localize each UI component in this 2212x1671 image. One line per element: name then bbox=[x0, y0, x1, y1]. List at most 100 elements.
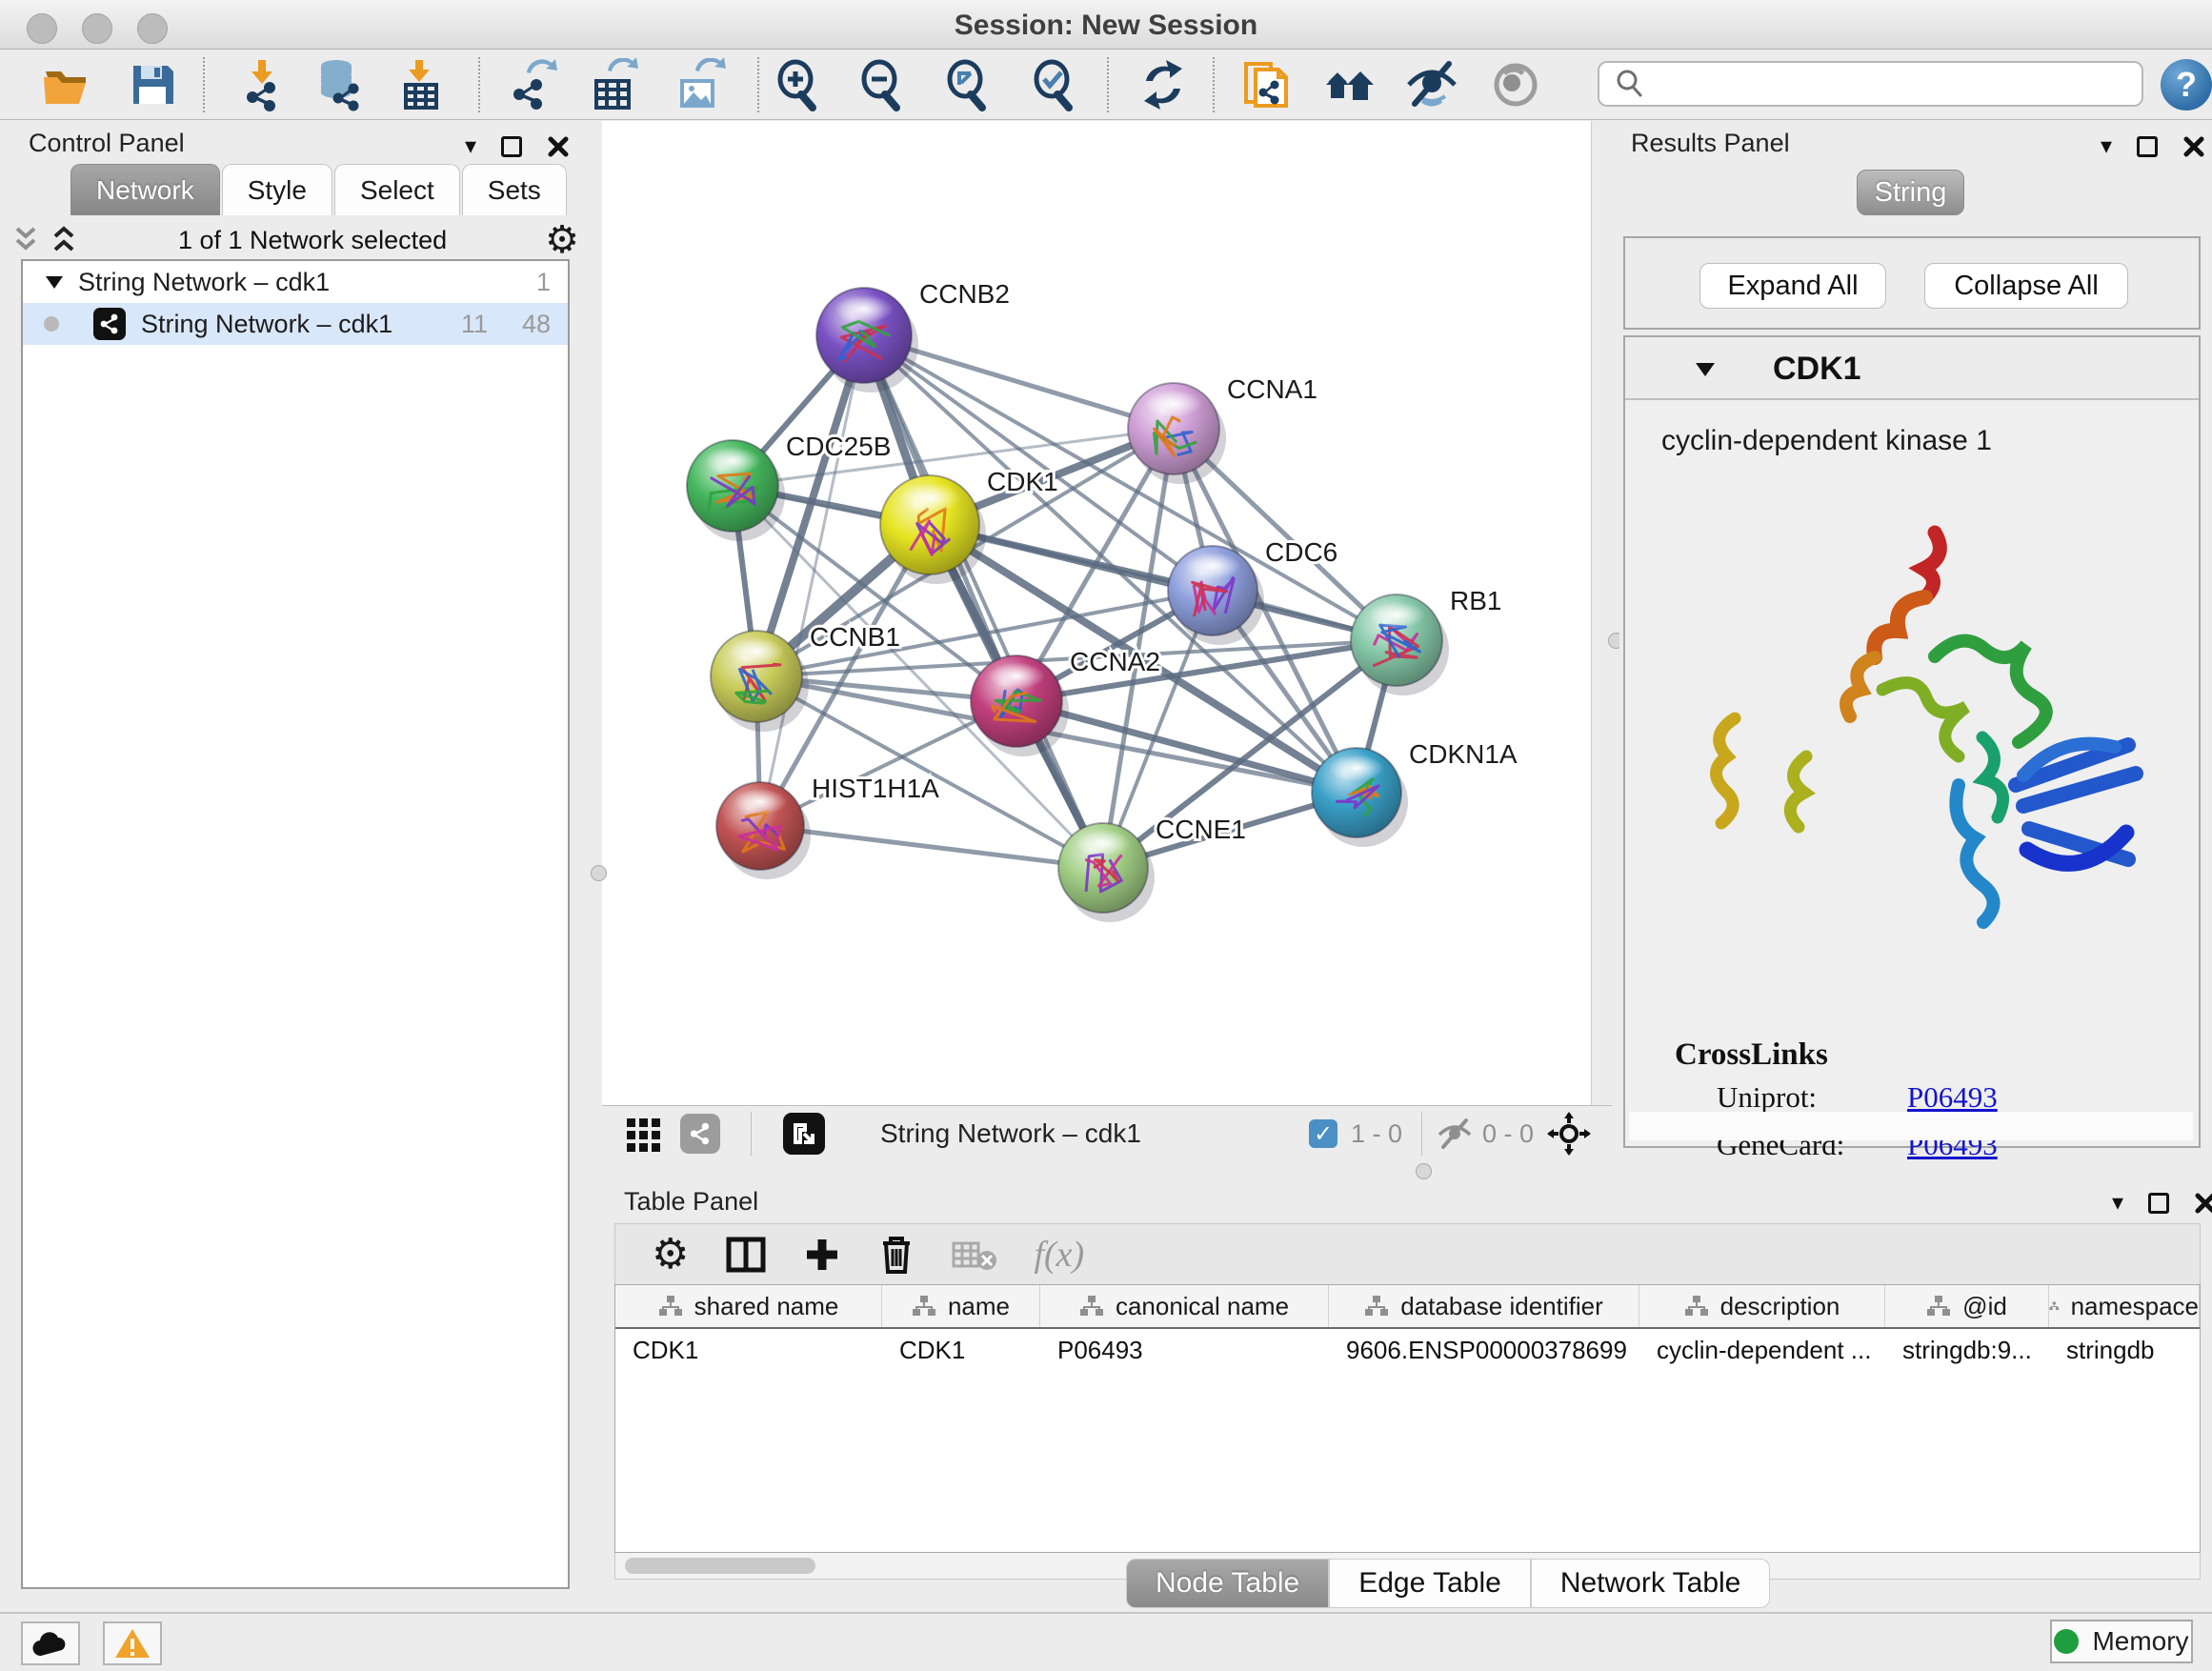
left-splitter-handle[interactable] bbox=[591, 865, 607, 881]
save-session-icon[interactable] bbox=[124, 56, 181, 113]
table-cell[interactable]: P06493 bbox=[1040, 1336, 1329, 1365]
tab-network-table[interactable]: Network Table bbox=[1531, 1559, 1771, 1608]
tab-network[interactable]: Network bbox=[70, 164, 220, 215]
panel-menu-icon[interactable]: ▾ bbox=[2101, 132, 2112, 160]
column-header-namespace[interactable]: namespace bbox=[2049, 1285, 2200, 1327]
node-label-CCNA1: CCNA1 bbox=[1227, 374, 1317, 404]
import-network-database-icon[interactable] bbox=[312, 56, 369, 113]
column-header-id[interactable]: @id bbox=[1885, 1285, 2049, 1327]
toolbar-divider bbox=[1421, 1112, 1422, 1156]
tab-edge-table[interactable]: Edge Table bbox=[1329, 1559, 1531, 1608]
collection-expander-icon[interactable] bbox=[44, 273, 65, 291]
float-panel-icon[interactable] bbox=[2148, 1193, 2169, 1214]
selected-checkbox-icon[interactable]: ✓ bbox=[1309, 1112, 1337, 1156]
tab-select[interactable]: Select bbox=[334, 164, 460, 215]
table-cell[interactable]: cyclin-dependent ... bbox=[1639, 1336, 1885, 1365]
warnings-button[interactable] bbox=[103, 1621, 162, 1665]
zoom-fit-icon[interactable] bbox=[940, 56, 997, 113]
network-canvas[interactable]: CCNB2CCNA1CDC25BCDK1CDC6RB1CCNB1CCNA2CDK… bbox=[602, 121, 1591, 1105]
table-options-gear-icon[interactable]: ⚙ bbox=[652, 1234, 689, 1276]
birdseye-view-icon[interactable] bbox=[783, 1112, 825, 1156]
panel-menu-icon[interactable]: ▾ bbox=[465, 132, 476, 160]
section-expander-icon[interactable] bbox=[1694, 360, 1717, 379]
column-type-icon bbox=[1079, 1295, 1104, 1318]
export-table-icon[interactable] bbox=[585, 56, 642, 113]
node-CDKN1A[interactable]: CDKN1A bbox=[1312, 739, 1518, 847]
network-node-count: 11 bbox=[461, 310, 488, 339]
column-header-name[interactable]: name bbox=[882, 1285, 1040, 1327]
collapse-all-button[interactable]: Collapse All bbox=[1924, 263, 2128, 309]
table-cell[interactable]: stringdb bbox=[2049, 1336, 2200, 1365]
network-share-view-icon[interactable] bbox=[680, 1112, 720, 1156]
pan-crosshair-icon[interactable] bbox=[1547, 1112, 1591, 1156]
crosslink-link[interactable]: P06493 bbox=[1907, 1080, 1998, 1115]
network-row[interactable]: String Network – cdk1 11 48 bbox=[23, 303, 568, 345]
tab-sets[interactable]: Sets bbox=[462, 164, 567, 215]
hide-selected-eye-icon[interactable] bbox=[1403, 56, 1460, 113]
cloud-button[interactable] bbox=[21, 1621, 80, 1665]
node-CDK1[interactable]: CDK1 bbox=[880, 467, 1058, 584]
table-cell[interactable]: 9606.ENSP00000378699 bbox=[1329, 1336, 1639, 1365]
close-panel-icon[interactable] bbox=[547, 135, 570, 158]
delete-table-icon[interactable] bbox=[952, 1238, 997, 1272]
node-RB1[interactable]: RB1 bbox=[1351, 586, 1501, 695]
collapse-all-icon[interactable] bbox=[10, 225, 42, 255]
tab-style[interactable]: Style bbox=[222, 164, 332, 215]
column-header-databaseidentifier[interactable]: database identifier bbox=[1329, 1285, 1639, 1327]
node-label-CCNB2: CCNB2 bbox=[919, 279, 1010, 309]
network-tree: String Network – cdk1 1 String Network –… bbox=[21, 259, 570, 1589]
table-cell[interactable]: CDK1 bbox=[882, 1336, 1040, 1365]
node-table: shared namenamecanonical namedatabase id… bbox=[614, 1284, 2201, 1553]
open-session-icon[interactable] bbox=[38, 56, 95, 113]
zoom-out-icon[interactable] bbox=[855, 56, 912, 113]
column-header-canonicalname[interactable]: canonical name bbox=[1040, 1285, 1329, 1327]
node-CCNA1[interactable]: CCNA1 bbox=[1128, 374, 1317, 484]
expand-all-button[interactable]: Expand All bbox=[1699, 263, 1886, 309]
float-panel-icon[interactable] bbox=[2137, 136, 2158, 157]
zoom-in-icon[interactable] bbox=[771, 56, 828, 113]
node-CDC25B[interactable]: CDC25B bbox=[687, 432, 891, 541]
panel-menu-icon[interactable]: ▾ bbox=[2112, 1189, 2123, 1217]
network-options-gear-icon[interactable]: ⚙ bbox=[545, 221, 579, 259]
expand-all-icon[interactable] bbox=[48, 225, 80, 255]
column-header-sharedname[interactable]: shared name bbox=[615, 1285, 882, 1327]
help-button[interactable]: ? bbox=[2161, 59, 2212, 111]
tab-node-table[interactable]: Node Table bbox=[1126, 1559, 1329, 1608]
show-columns-icon[interactable] bbox=[725, 1234, 767, 1276]
node-HIST1H1A[interactable]: HIST1H1A bbox=[716, 774, 939, 879]
add-column-icon[interactable] bbox=[803, 1236, 841, 1274]
export-image-icon[interactable] bbox=[671, 56, 728, 113]
horizontal-splitter-handle[interactable] bbox=[1416, 1163, 1432, 1179]
tab-string[interactable]: String bbox=[1857, 170, 1964, 215]
table-row[interactable]: CDK1CDK1P064939606.ENSP00000378699cyclin… bbox=[615, 1329, 2200, 1371]
close-panel-icon[interactable] bbox=[2182, 135, 2205, 158]
delete-column-icon[interactable] bbox=[877, 1234, 915, 1276]
search-input[interactable] bbox=[1655, 65, 2142, 103]
home-networks-icon[interactable] bbox=[1322, 56, 1379, 113]
function-builder-icon[interactable]: f(x) bbox=[1034, 1234, 1084, 1276]
status-bar: Memory bbox=[0, 1612, 2212, 1671]
memory-button[interactable]: Memory bbox=[2050, 1620, 2193, 1663]
close-panel-icon[interactable] bbox=[2194, 1192, 2212, 1215]
node-label-HIST1H1A: HIST1H1A bbox=[812, 774, 939, 803]
search-box[interactable] bbox=[1598, 61, 2143, 107]
zoom-selected-icon[interactable] bbox=[1027, 56, 1084, 113]
import-network-file-icon[interactable] bbox=[235, 56, 292, 113]
float-panel-icon[interactable] bbox=[501, 136, 522, 157]
table-cell[interactable]: stringdb:9... bbox=[1885, 1336, 2049, 1365]
node-section-header[interactable]: CDK1 bbox=[1625, 337, 2199, 400]
column-type-icon bbox=[1926, 1295, 1951, 1318]
first-neighbors-icon[interactable] bbox=[1238, 56, 1296, 113]
network-collection-row[interactable]: String Network – cdk1 1 bbox=[23, 261, 568, 303]
table-cell[interactable]: CDK1 bbox=[615, 1336, 882, 1365]
show-all-eye-icon[interactable] bbox=[1487, 56, 1544, 113]
scrollbar-thumb[interactable] bbox=[625, 1558, 815, 1574]
export-network-icon[interactable] bbox=[504, 56, 561, 113]
control-panel-title: Control Panel bbox=[29, 129, 185, 158]
node-CCNB2[interactable]: CCNB2 bbox=[816, 279, 1010, 393]
grid-view-icon[interactable] bbox=[625, 1112, 663, 1156]
column-header-description[interactable]: description bbox=[1639, 1285, 1885, 1327]
column-type-icon bbox=[2049, 1295, 2060, 1318]
refresh-icon[interactable] bbox=[1135, 56, 1192, 113]
import-table-icon[interactable] bbox=[392, 56, 450, 113]
